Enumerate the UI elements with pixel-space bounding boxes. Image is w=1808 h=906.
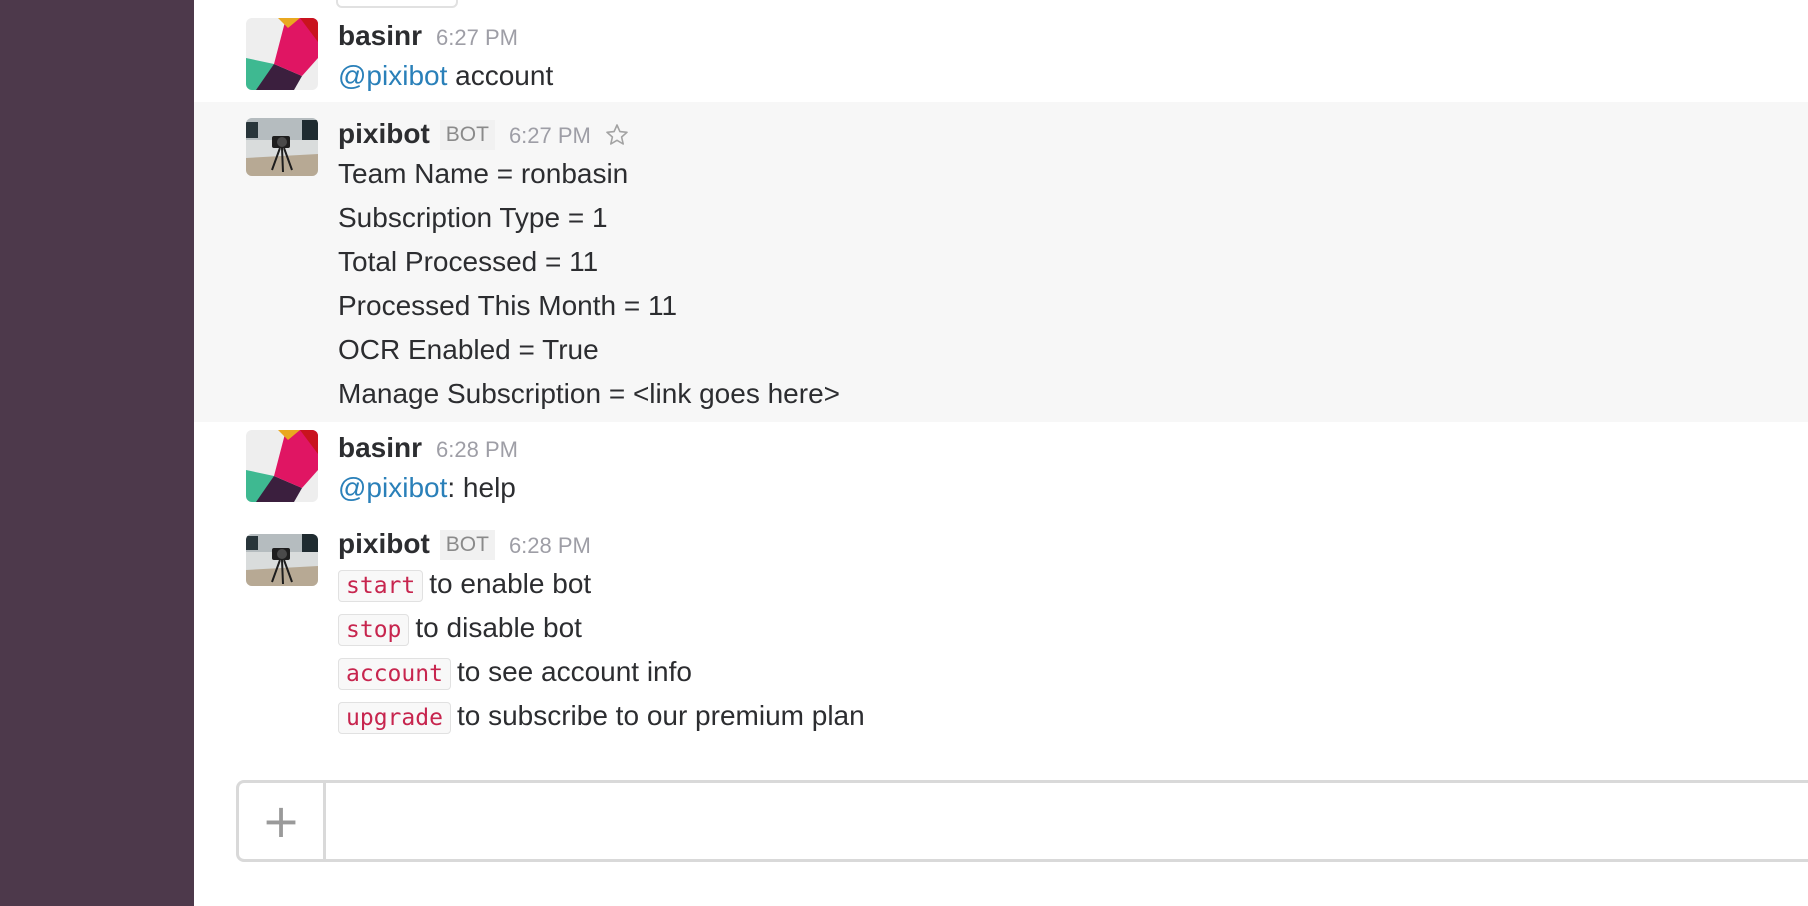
- command-code: start: [338, 570, 424, 602]
- mention-link[interactable]: @pixibot: [338, 60, 447, 91]
- timestamp[interactable]: 6:27 PM: [509, 123, 591, 148]
- message-pane: basinr 6:27 PM @pixibot account pixibot: [194, 0, 1808, 906]
- message-line: Processed This Month = 11: [338, 290, 678, 321]
- timestamp[interactable]: 6:28 PM: [436, 437, 518, 462]
- timestamp[interactable]: 6:28 PM: [509, 533, 591, 558]
- sender-name[interactable]: basinr: [338, 432, 422, 463]
- command-line: upgrade to subscribe to our premium plan: [338, 694, 1788, 738]
- sender-name[interactable]: basinr: [338, 20, 422, 51]
- message-item[interactable]: pixibot BOT 6:28 PM start to enable bot sto…: [194, 526, 1808, 746]
- command-code: account: [338, 658, 451, 690]
- previous-attachment-edge: [336, 0, 458, 8]
- sender-name[interactable]: pixibot: [338, 118, 430, 149]
- sender-name[interactable]: pixibot: [338, 528, 430, 559]
- message-composer: +: [236, 780, 1808, 862]
- message-text: @pixibot account: [338, 60, 554, 91]
- timestamp[interactable]: 6:27 PM: [436, 25, 518, 50]
- plus-icon[interactable]: +: [239, 783, 326, 859]
- bot-avatar[interactable]: [246, 534, 318, 586]
- message-item[interactable]: basinr 6:27 PM @pixibot account: [194, 16, 1808, 102]
- user-avatar[interactable]: [246, 18, 318, 90]
- message-line: Manage Subscription = <link goes here>: [338, 378, 840, 409]
- message-line: Total Processed = 11: [338, 246, 599, 277]
- message-input[interactable]: [339, 783, 1808, 861]
- command-code: stop: [338, 614, 410, 646]
- message-text: @pixibot: help: [338, 472, 516, 503]
- command-code: upgrade: [338, 702, 451, 734]
- user-avatar[interactable]: [246, 430, 318, 502]
- message-item[interactable]: basinr 6:28 PM @pixibot: help: [194, 428, 1808, 514]
- command-line: start to enable bot: [338, 562, 1788, 606]
- bot-badge: BOT: [439, 530, 495, 560]
- sidebar: [0, 0, 194, 906]
- message-line: OCR Enabled = True: [338, 334, 599, 365]
- bot-badge: BOT: [439, 120, 495, 150]
- message-line: Subscription Type = 1: [338, 202, 608, 233]
- mention-link[interactable]: @pixibot: [338, 472, 447, 503]
- message-item[interactable]: pixibot BOT 6:27 PM Team Name = ronbasin S…: [194, 102, 1808, 422]
- bot-avatar[interactable]: [246, 118, 318, 176]
- command-line: stop to disable bot: [338, 606, 1788, 650]
- message-line: Team Name = ronbasin: [338, 158, 629, 189]
- command-line: account to see account info: [338, 650, 1788, 694]
